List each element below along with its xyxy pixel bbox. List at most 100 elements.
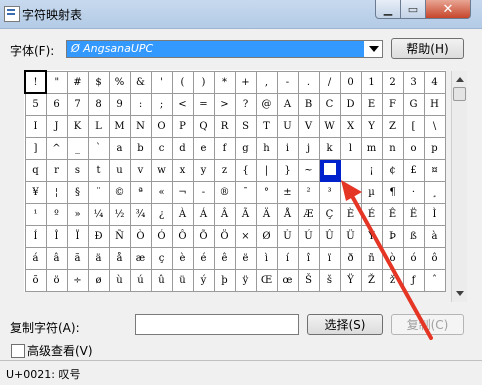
character-cell[interactable]: å <box>108 246 131 270</box>
character-cell[interactable]: l <box>339 136 362 160</box>
character-cell[interactable]: Ò <box>129 224 152 248</box>
character-cell[interactable]: ® <box>213 180 236 204</box>
character-cell[interactable]: Ÿ <box>339 268 362 292</box>
character-cell[interactable]: s <box>66 158 89 182</box>
character-cell[interactable]: ~ <box>297 158 320 182</box>
character-cell[interactable]: Ø <box>255 224 278 248</box>
character-cell[interactable]: X <box>339 114 362 138</box>
character-cell[interactable]: ° <box>255 180 278 204</box>
character-cell[interactable]: R <box>213 114 236 138</box>
character-cell[interactable]: P <box>171 114 194 138</box>
character-cell[interactable]: - <box>276 70 299 94</box>
grid-scrollbar[interactable] <box>451 71 467 302</box>
character-cell[interactable]: Q <box>192 114 215 138</box>
character-cell[interactable]: u <box>108 158 131 182</box>
character-cell[interactable]: Y <box>360 114 383 138</box>
character-cell[interactable]: Ó <box>150 224 173 248</box>
character-cell[interactable]: Ú <box>297 224 320 248</box>
character-cell[interactable]: ö <box>45 268 68 292</box>
character-cell[interactable]: H <box>423 92 446 116</box>
character-cell[interactable]: £ <box>402 158 425 182</box>
character-cell[interactable]: e <box>192 136 215 160</box>
character-cell[interactable]: 9 <box>108 92 131 116</box>
character-cell[interactable]: ^ <box>45 136 68 160</box>
character-cell[interactable]: ë <box>234 246 257 270</box>
character-cell[interactable]: Ä <box>255 202 278 226</box>
character-cell[interactable]: ] <box>24 136 47 160</box>
character-cell[interactable]: L <box>87 114 110 138</box>
character-cell[interactable]: Ê <box>381 202 404 226</box>
character-cell[interactable]: > <box>213 92 236 116</box>
character-cell[interactable]: @ <box>255 92 278 116</box>
character-cell[interactable]: | <box>255 158 278 182</box>
character-cell[interactable]: Æ <box>297 202 320 226</box>
character-cell[interactable]: ¤ <box>423 158 446 182</box>
character-cell[interactable]: q <box>24 158 47 182</box>
character-cell[interactable]: á <box>24 246 47 270</box>
character-cell[interactable]: Ë <box>402 202 425 226</box>
character-cell[interactable]: ¸ <box>423 180 446 204</box>
advanced-view-checkbox[interactable] <box>11 344 25 358</box>
character-cell[interactable]: ¦ <box>45 180 68 204</box>
character-cell[interactable]: ; <box>150 92 173 116</box>
character-cell[interactable]: r <box>45 158 68 182</box>
character-cell[interactable]: h <box>255 136 278 160</box>
character-cell[interactable] <box>318 158 341 182</box>
character-cell[interactable]: é <box>192 246 215 270</box>
character-cell[interactable]: t <box>87 158 110 182</box>
character-cell[interactable]: B <box>297 92 320 116</box>
character-cell[interactable]: A <box>276 92 299 116</box>
copy-characters-input[interactable] <box>135 314 299 335</box>
character-cell[interactable]: g <box>234 136 257 160</box>
character-cell[interactable]: ù <box>108 268 131 292</box>
character-cell[interactable]: T <box>255 114 278 138</box>
character-cell[interactable]: Ã <box>234 202 257 226</box>
character-cell[interactable]: Á <box>192 202 215 226</box>
character-cell[interactable]: D <box>339 92 362 116</box>
character-cell[interactable]: õ <box>24 268 47 292</box>
character-cell[interactable]: È <box>339 202 362 226</box>
character-cell[interactable]: µ <box>360 180 383 204</box>
character-cell[interactable]: [ <box>402 114 425 138</box>
character-cell[interactable]: ž <box>381 268 404 292</box>
character-cell[interactable]: ¯ <box>234 180 257 204</box>
character-cell[interactable]: â <box>45 246 68 270</box>
character-cell[interactable]: b <box>129 136 152 160</box>
character-cell[interactable]: ä <box>87 246 110 270</box>
character-cell[interactable]: ¿ <box>150 202 173 226</box>
close-button[interactable]: ✕ <box>425 0 471 19</box>
character-cell[interactable]: 2 <box>381 70 404 94</box>
character-cell[interactable]: ì <box>255 246 278 270</box>
minimize-button[interactable]: ▁ <box>375 0 401 19</box>
character-cell[interactable]: w <box>150 158 173 182</box>
character-cell[interactable]: _ <box>66 136 89 160</box>
character-cell[interactable]: & <box>129 70 152 94</box>
character-cell[interactable]: , <box>255 70 278 94</box>
character-cell[interactable]: Õ <box>192 224 215 248</box>
character-cell[interactable] <box>339 158 362 182</box>
character-cell[interactable]: v <box>129 158 152 182</box>
character-cell[interactable]: ô <box>423 246 446 270</box>
character-grid[interactable]: ! " # $% & '() * +, -./0 1 2 3 4 5 6 7 8 9:; < = >? @ A B C D E F G H… <box>24 70 446 292</box>
character-cell[interactable]: M <box>108 114 131 138</box>
scroll-down-icon[interactable] <box>456 291 464 296</box>
character-cell[interactable]: ´ <box>339 180 362 204</box>
character-cell[interactable]: j <box>297 136 320 160</box>
copy-button[interactable]: 复制(C) <box>391 314 464 335</box>
character-cell[interactable]: ½ <box>108 202 131 226</box>
character-cell[interactable]: / <box>318 70 341 94</box>
character-cell[interactable]: % <box>108 70 131 94</box>
character-cell[interactable]: í <box>276 246 299 270</box>
character-cell[interactable]: Ô <box>171 224 194 248</box>
character-cell[interactable]: Ð <box>87 224 110 248</box>
character-cell[interactable]: ÷ <box>66 268 89 292</box>
scroll-up-icon[interactable] <box>456 77 464 82</box>
character-cell[interactable]: Ö <box>213 224 236 248</box>
character-cell[interactable]: ü <box>171 268 194 292</box>
character-cell[interactable]: Ž <box>360 268 383 292</box>
character-cell[interactable]: « <box>150 180 173 204</box>
character-cell[interactable]: ø <box>87 268 110 292</box>
character-cell[interactable]: Î <box>45 224 68 248</box>
character-cell[interactable]: } <box>276 158 299 182</box>
character-cell[interactable]: ! <box>24 70 47 94</box>
